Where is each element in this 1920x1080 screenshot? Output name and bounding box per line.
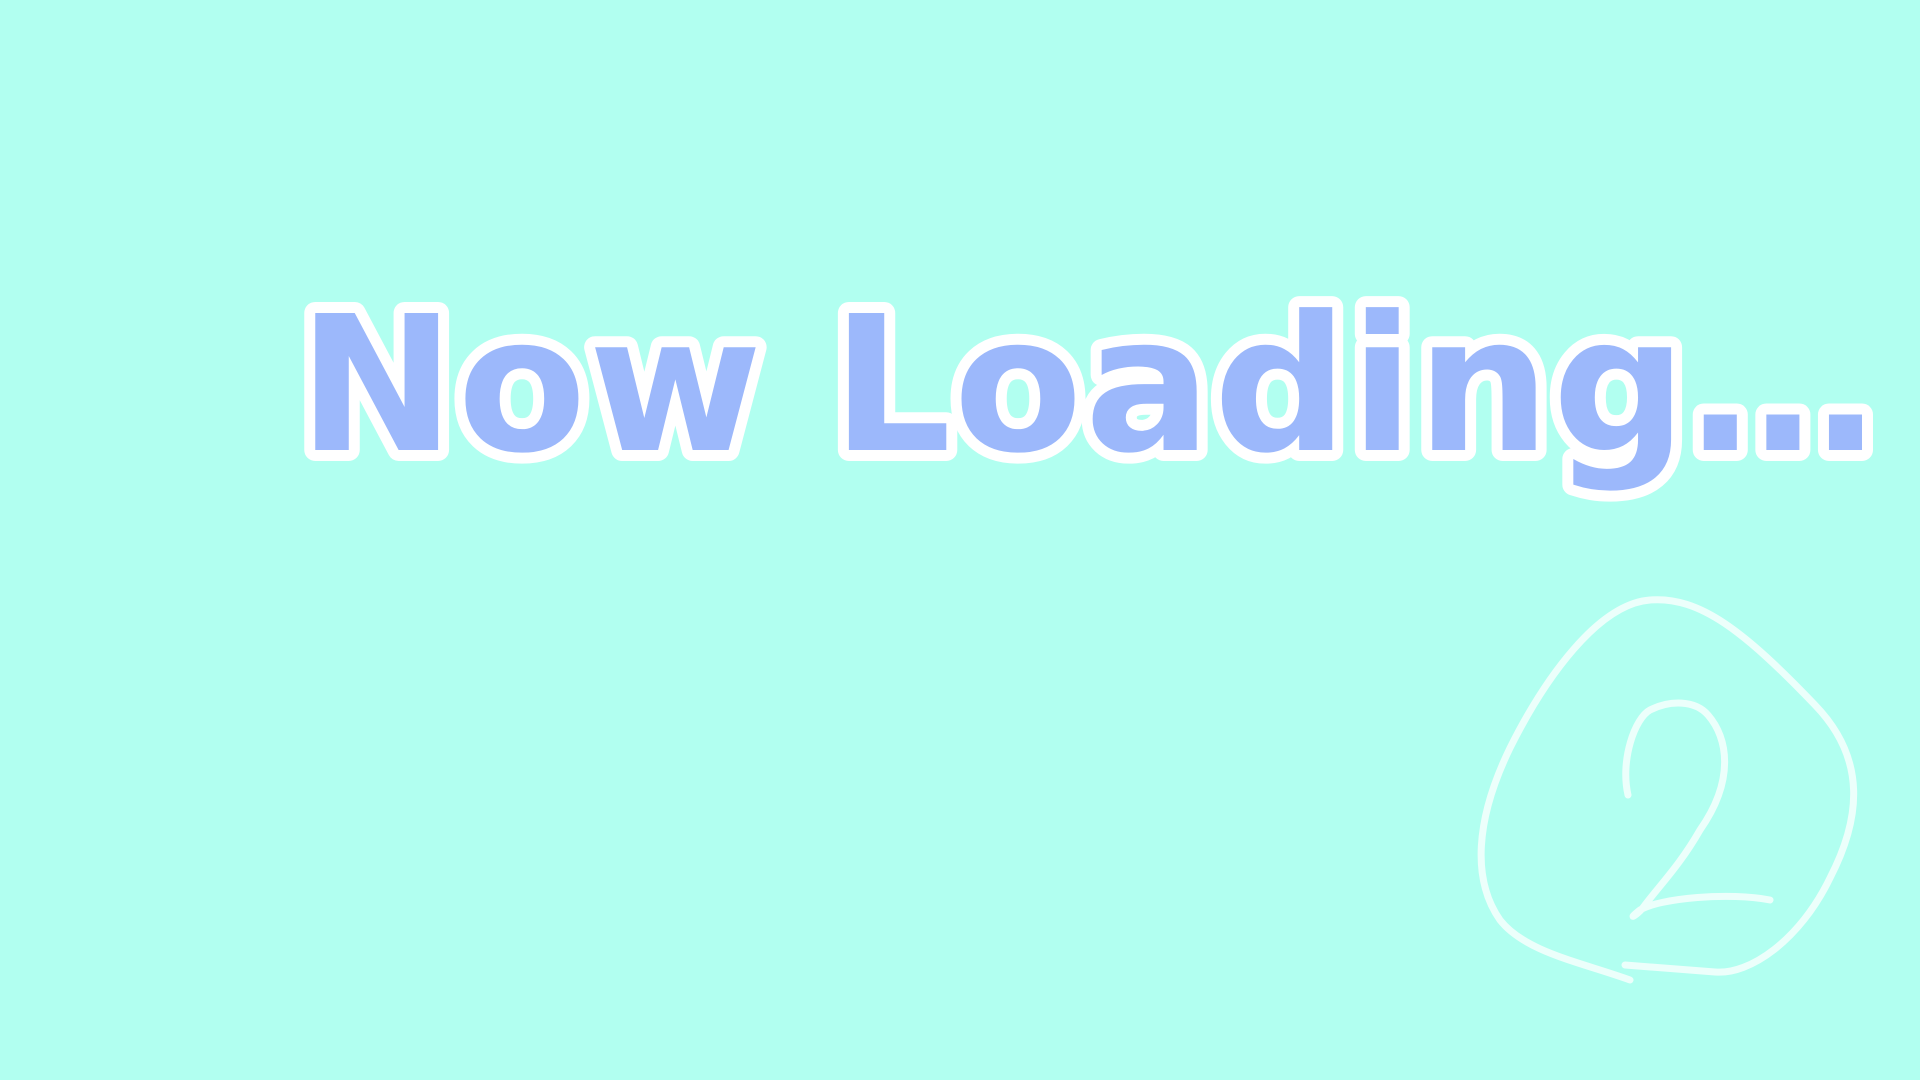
loading-text: Now Loading… — [298, 276, 1879, 495]
scribble-loading-icon — [1477, 596, 1858, 984]
